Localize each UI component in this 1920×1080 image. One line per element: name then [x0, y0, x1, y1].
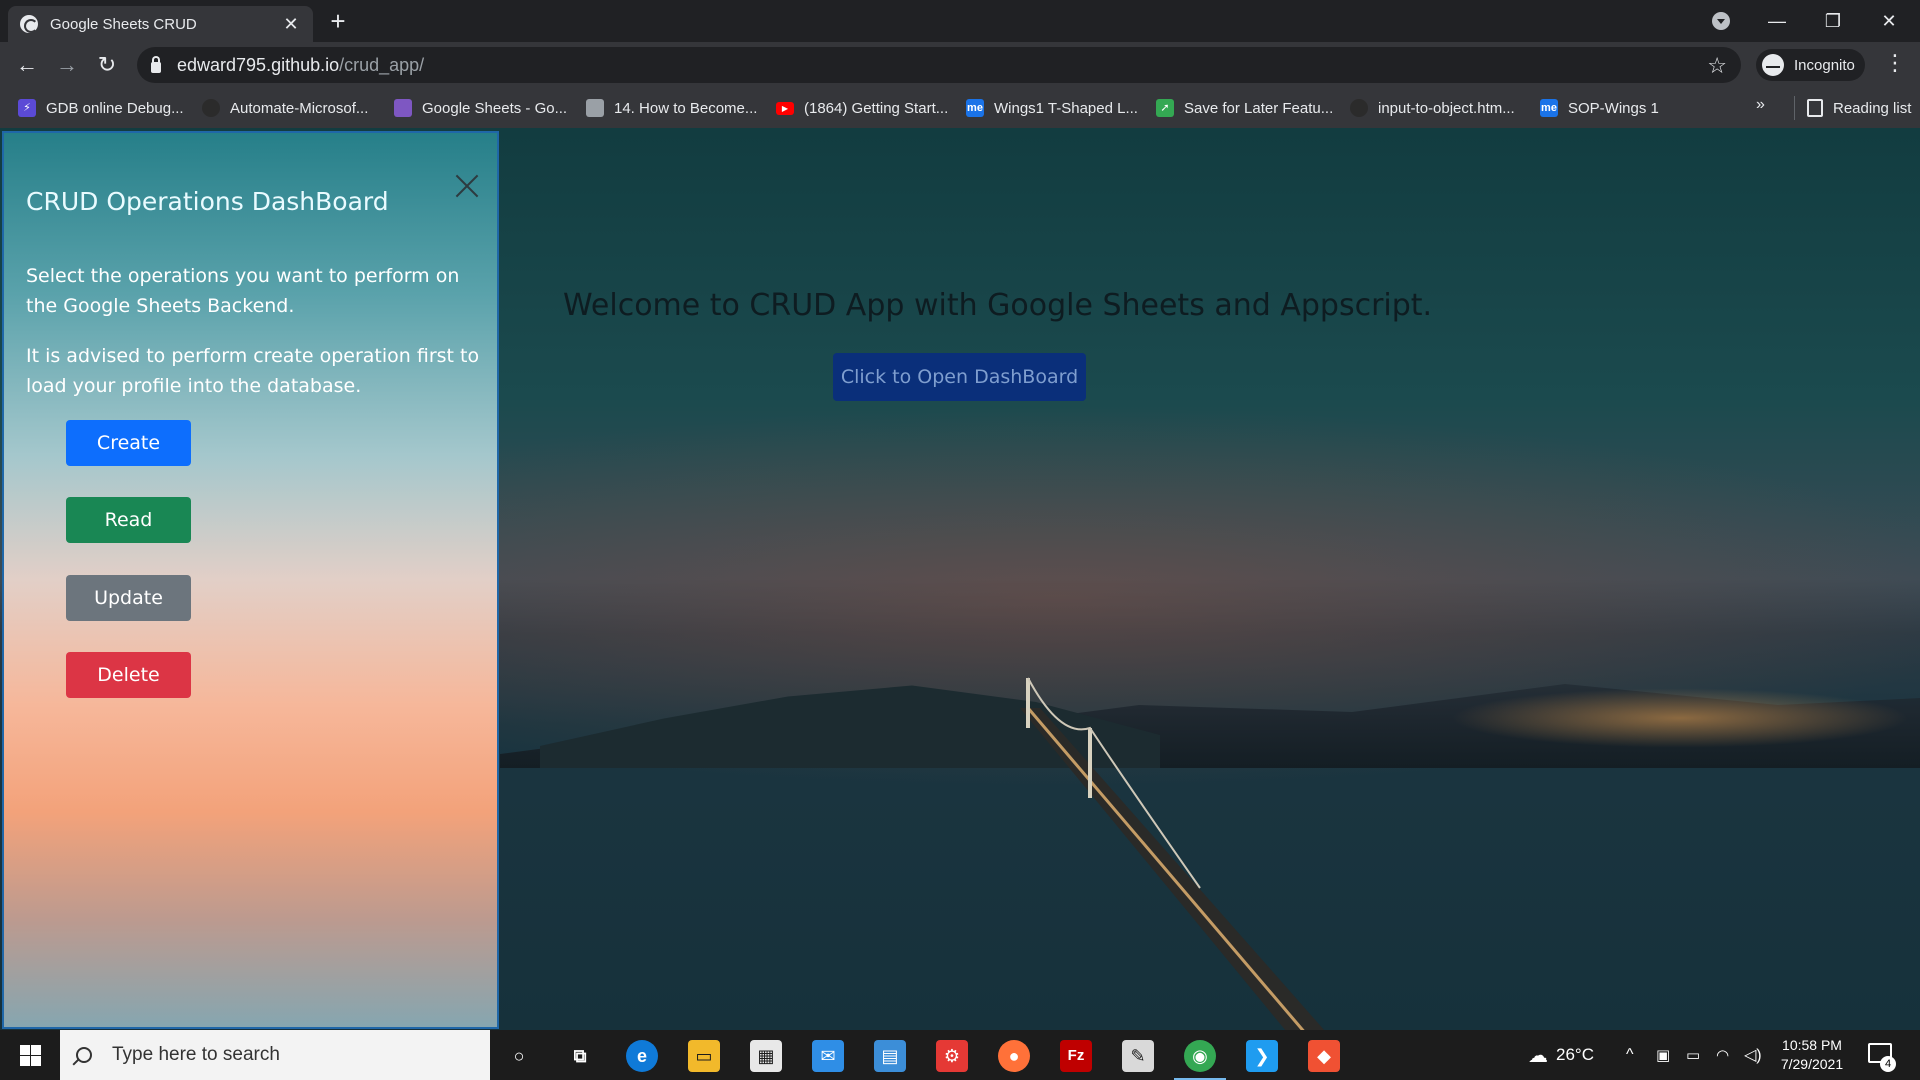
forward-icon[interactable]: →	[52, 50, 82, 80]
clock-date: 7/29/2021	[1780, 1056, 1844, 1072]
bookmark-item[interactable]: ➚ Save for Later Featu...	[1156, 96, 1333, 120]
sheets-icon	[394, 99, 412, 117]
close-window-button[interactable]: ✕	[1866, 6, 1912, 36]
browser-menu-icon[interactable]: ⋮	[1884, 50, 1906, 76]
bookmark-star-icon[interactable]: ☆	[1707, 53, 1727, 79]
me-icon: me	[1540, 99, 1558, 117]
bookmark-label: 14. How to Become...	[614, 99, 758, 117]
vscode-icon[interactable]: ❯	[1246, 1040, 1278, 1072]
create-button[interactable]: Create	[66, 420, 191, 466]
update-button[interactable]: Update	[66, 575, 191, 621]
windows-start-icon[interactable]	[10, 1043, 50, 1067]
browser-tab[interactable]: Google Sheets CRUD ✕	[8, 6, 313, 42]
background-city-lights	[1450, 688, 1910, 748]
bookmark-item[interactable]: Automate-Microsof...	[202, 96, 368, 120]
file-explorer-icon[interactable]: ▭	[688, 1040, 720, 1072]
bookmarks-bar: ⚡ GDB online Debug... Automate-Microsof..…	[0, 88, 1920, 128]
taskbar-search-placeholder: Type here to search	[112, 1044, 280, 1065]
bookmark-item[interactable]: me Wings1 T-Shaped L...	[966, 96, 1138, 120]
battery-icon[interactable]: ▭	[1686, 1030, 1700, 1080]
browser-toolbar: ← → ↻ edward795.github.io/crud_app/ ☆ In…	[0, 42, 1920, 88]
back-icon[interactable]: ←	[12, 50, 42, 80]
control-panel-icon[interactable]: ▤	[874, 1040, 906, 1072]
weather-temperature: 26°C	[1556, 1045, 1594, 1064]
lightning-icon: ⚡	[18, 99, 36, 117]
mail-icon[interactable]: ✉	[812, 1040, 844, 1072]
filezilla-icon[interactable]: Fz	[1060, 1040, 1092, 1072]
wifi-icon[interactable]: ◠	[1716, 1030, 1729, 1080]
incognito-icon	[1762, 54, 1784, 76]
git-icon[interactable]: ◆	[1308, 1040, 1340, 1072]
tray-chevron-icon[interactable]: ^	[1626, 1030, 1634, 1080]
delete-button[interactable]: Delete	[66, 652, 191, 698]
cloud-icon: ☁	[1528, 1044, 1548, 1067]
incognito-profile-button[interactable]: Incognito	[1756, 49, 1865, 81]
search-icon	[76, 1047, 92, 1063]
address-bar[interactable]: edward795.github.io/crud_app/ ☆	[137, 47, 1741, 83]
meet-icon[interactable]: ▣	[1656, 1030, 1670, 1080]
restore-button[interactable]: ❐	[1810, 6, 1856, 36]
me-icon: me	[966, 99, 984, 117]
bookmark-label: GDB online Debug...	[46, 99, 184, 117]
bookmark-item[interactable]: 14. How to Become...	[586, 96, 757, 120]
store-icon[interactable]: ▦	[750, 1040, 782, 1072]
bookmark-label: SOP-Wings 1	[1568, 99, 1659, 117]
reading-list-label: Reading list	[1833, 99, 1912, 117]
bookmark-label: Save for Later Featu...	[1184, 99, 1334, 117]
bookmark-label: (1864) Getting Start...	[804, 99, 949, 117]
firefox-icon[interactable]: ●	[998, 1040, 1030, 1072]
bookmark-item[interactable]: input-to-object.htm...	[1350, 96, 1515, 120]
bookmark-item[interactable]: Google Sheets - Go...	[394, 96, 567, 120]
reading-list-button[interactable]: Reading list	[1794, 96, 1911, 120]
chrome-icon[interactable]: ◉	[1174, 1040, 1226, 1080]
read-button[interactable]: Read	[66, 497, 191, 543]
arrow-icon: ➚	[1156, 99, 1174, 117]
weather-widget[interactable]: ☁ 26°C	[1528, 1030, 1594, 1080]
background-bridge	[1020, 677, 1325, 1030]
browser-tab-strip: Google Sheets CRUD ✕ + — ❐ ✕	[0, 0, 1920, 42]
edge-icon[interactable]: e	[626, 1040, 658, 1072]
dashboard-panel: CRUD Operations DashBoard Select the ope…	[2, 131, 499, 1029]
welcome-heading: Welcome to CRUD App with Google Sheets a…	[563, 288, 1433, 323]
windows-taskbar: Type here to search ○ ⧉ e ▭ ▦ ✉ ▤ ⚙ ● Fz…	[0, 1030, 1920, 1080]
bookmark-item[interactable]: ▶ (1864) Getting Start...	[776, 96, 948, 120]
app-icon[interactable]: ⚙	[936, 1040, 968, 1072]
reload-icon[interactable]: ↻	[92, 50, 122, 80]
open-dashboard-button[interactable]: Click to Open DashBoard	[833, 353, 1086, 401]
bookmark-item[interactable]: ⚡ GDB online Debug...	[18, 96, 184, 120]
notepad-icon[interactable]: ✎	[1122, 1040, 1154, 1072]
github-icon	[202, 99, 220, 117]
bookmark-item[interactable]: me SOP-Wings 1	[1540, 96, 1659, 120]
bookmark-label: Google Sheets - Go...	[422, 99, 568, 117]
notification-count-badge: 4	[1880, 1056, 1896, 1072]
url-path: /crud_app/	[339, 54, 425, 75]
cortana-icon[interactable]: ○	[503, 1040, 535, 1072]
tab-search-icon[interactable]	[1712, 12, 1730, 30]
minimize-button[interactable]: —	[1754, 6, 1800, 36]
reading-list-icon	[1807, 99, 1823, 117]
github-icon	[1350, 99, 1368, 117]
close-icon[interactable]	[452, 171, 482, 201]
site-favicon-icon	[20, 15, 38, 33]
bookmark-label: Automate-Microsof...	[230, 99, 369, 117]
profile-label: Incognito	[1794, 56, 1855, 74]
bookmark-label: input-to-object.htm...	[1378, 99, 1515, 117]
new-tab-button[interactable]: +	[325, 6, 351, 36]
tab-close-icon[interactable]: ✕	[281, 14, 301, 35]
tab-title: Google Sheets CRUD	[50, 15, 197, 33]
taskbar-clock[interactable]: 10:58 PM 7/29/2021	[1772, 1036, 1852, 1074]
panel-advice-text: It is advised to perform create operatio…	[26, 345, 480, 397]
bookmarks-more-icon[interactable]: »	[1756, 96, 1765, 114]
book-icon	[586, 99, 604, 117]
volume-icon[interactable]: ◁)	[1744, 1030, 1762, 1080]
youtube-icon: ▶	[776, 101, 794, 115]
url-host: edward795.github.io	[177, 54, 340, 75]
panel-intro-text: Select the operations you want to perfor…	[26, 265, 460, 317]
panel-title: CRUD Operations DashBoard	[26, 187, 389, 216]
task-view-icon[interactable]: ⧉	[564, 1040, 596, 1072]
bookmark-label: Wings1 T-Shaped L...	[994, 99, 1138, 117]
clock-time: 10:58 PM	[1782, 1037, 1842, 1053]
taskbar-search-box[interactable]: Type here to search	[60, 1030, 490, 1080]
lock-icon[interactable]	[151, 55, 161, 73]
